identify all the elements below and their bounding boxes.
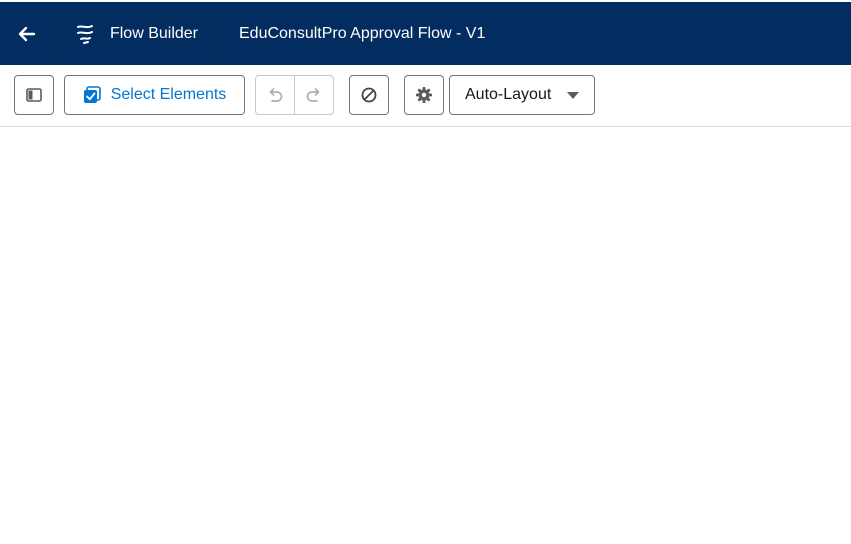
stop-button[interactable] [349,75,389,115]
app-brand: Flow Builder [54,2,219,65]
toggle-panel-icon [26,88,42,102]
arrow-left-icon [17,24,37,44]
undo-icon [266,86,284,104]
flow-canvas[interactable] [0,127,851,544]
redo-button[interactable] [294,76,333,114]
caret-down-icon [566,91,580,100]
flow-title: EduConsultPro Approval Flow - V1 [239,24,486,42]
back-button[interactable] [0,2,54,65]
redo-icon [305,86,323,104]
layout-mode-value: Auto-Layout [465,86,552,103]
undo-redo-group [255,75,334,115]
prohibit-icon [360,86,378,104]
gear-icon [415,86,433,104]
app-header: Flow Builder EduConsultPro Approval Flow… [0,2,851,65]
flow-icon [74,23,96,45]
layout-mode-select[interactable]: Auto-Layout [449,75,595,115]
settings-button[interactable] [404,75,444,115]
toolbar: Select Elements Auto-Layout [0,65,851,127]
select-elements-icon [83,86,101,104]
app-name: Flow Builder [109,24,198,42]
undo-button[interactable] [256,76,294,114]
select-elements-label: Select Elements [110,86,227,103]
flow-builder-app: Flow Builder EduConsultPro Approval Flow… [0,0,851,544]
toggle-panel-button[interactable] [14,75,54,115]
select-elements-button[interactable]: Select Elements [64,75,245,115]
